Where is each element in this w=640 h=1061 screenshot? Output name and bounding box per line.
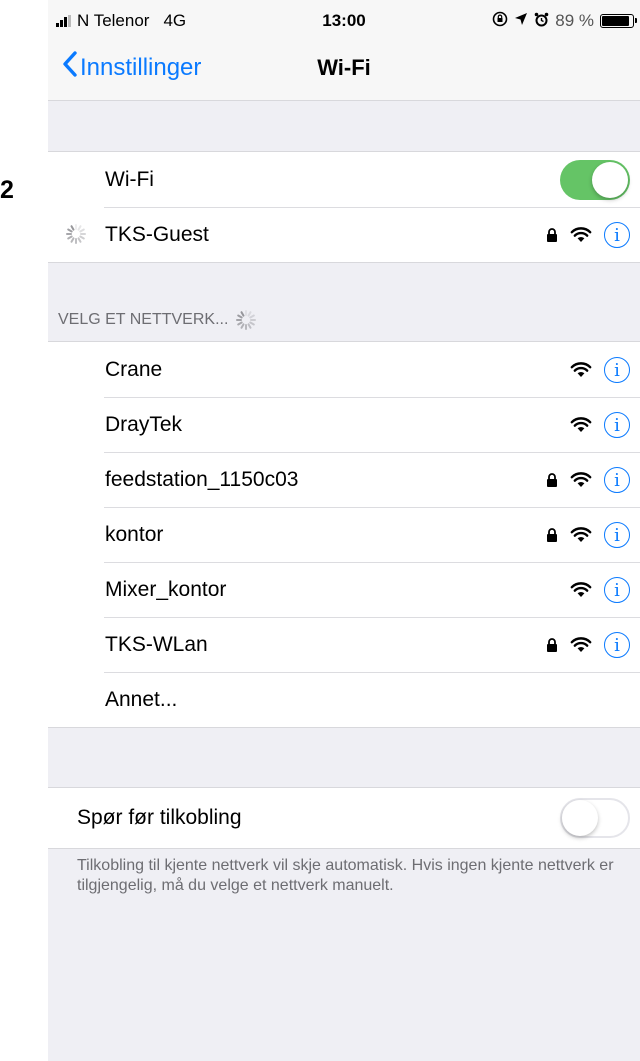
ask-to-join-section: Spør før tilkobling [48, 787, 640, 849]
info-icon[interactable]: i [604, 356, 630, 383]
connected-network-name: TKS-Guest [105, 222, 209, 246]
info-icon[interactable]: i [604, 631, 630, 658]
wifi-label: Wi-Fi [105, 167, 154, 191]
wifi-icon [570, 526, 592, 543]
wifi-icon [570, 361, 592, 378]
lock-icon [546, 227, 558, 242]
network-name: Crane [105, 357, 163, 381]
info-icon[interactable]: i [604, 466, 630, 493]
wifi-icon [570, 471, 592, 488]
battery-percent: 89 % [555, 11, 594, 30]
toggle-knob [592, 161, 628, 198]
other-network-row[interactable]: Annet... [48, 672, 640, 727]
networks-list: Crane i DrayTek i feedstation_1150c03 i kontor… [48, 341, 640, 728]
ask-to-join-toggle[interactable] [560, 798, 630, 838]
page-title: Wi-Fi [317, 55, 371, 80]
network-row[interactable]: TKS-WLan i [48, 617, 640, 672]
network-row[interactable]: DrayTek i [48, 397, 640, 452]
network-row[interactable]: Mixer_kontor i [48, 562, 640, 617]
alarm-lock-icon [492, 11, 508, 31]
spinner-icon [64, 222, 88, 246]
networks-section-header: VELG ET NETTVERK... [58, 308, 258, 332]
wifi-toggle-row: Wi-Fi [48, 152, 640, 207]
ask-to-join-label: Spør før tilkobling [77, 806, 242, 829]
network-row[interactable]: feedstation_1150c03 i [48, 452, 640, 507]
wifi-toggle[interactable] [560, 159, 630, 200]
lock-icon [546, 637, 558, 652]
alarm-clock-icon [534, 12, 549, 31]
network-name: kontor [105, 522, 164, 546]
step-number: 2 [0, 176, 14, 204]
footer-note: Tilkobling til kjente nettverk vil skje … [77, 857, 614, 894]
info-icon[interactable]: i [604, 221, 630, 248]
spinner-icon [234, 308, 258, 332]
wifi-icon [570, 636, 592, 653]
wifi-section: Wi-Fi TKS-Guest i [48, 151, 640, 263]
top-bar: N Telenor 4G 13:00 89 % Innstillinger Wi… [48, 0, 640, 101]
toggle-knob [562, 800, 598, 836]
info-icon[interactable]: i [604, 411, 630, 438]
section-header-label: VELG ET NETTVERK... [58, 311, 229, 328]
navigation-bar: Innstillinger Wi-Fi [48, 45, 640, 99]
network-row[interactable]: kontor i [48, 507, 640, 562]
network-name: DrayTek [105, 412, 183, 436]
wifi-icon [570, 226, 592, 243]
location-icon [514, 12, 528, 30]
connected-network-row[interactable]: TKS-Guest i [48, 207, 640, 262]
network-name: Mixer_kontor [105, 577, 227, 601]
status-bar: N Telenor 4G 13:00 89 % [48, 0, 640, 40]
battery-icon [600, 14, 637, 28]
other-network-label: Annet... [105, 687, 178, 711]
network-name: feedstation_1150c03 [105, 467, 299, 491]
info-icon[interactable]: i [604, 521, 630, 548]
network-name: TKS-WLan [105, 632, 208, 656]
phone-screen: N Telenor 4G 13:00 89 % Innstillinger Wi… [48, 0, 640, 1061]
wifi-icon [570, 416, 592, 433]
ask-to-join-row: Spør før tilkobling [48, 788, 640, 848]
wifi-icon [570, 581, 592, 598]
lock-icon [546, 527, 558, 542]
info-icon[interactable]: i [604, 576, 630, 603]
lock-icon [546, 472, 558, 487]
network-row[interactable]: Crane i [48, 342, 640, 397]
